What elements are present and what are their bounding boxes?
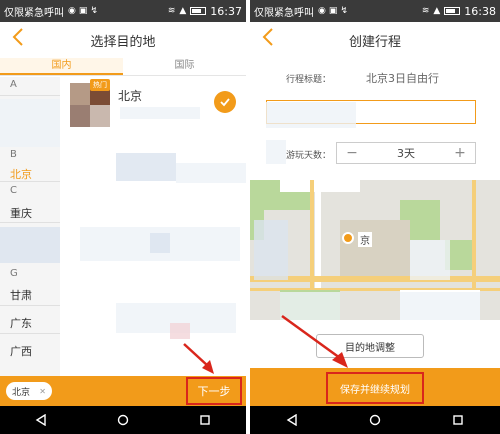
blurred-region xyxy=(280,292,340,320)
page-title: 选择目的地 xyxy=(90,34,156,50)
weibo-icon: ◉ xyxy=(318,5,326,16)
blurred-region xyxy=(266,102,356,128)
recents-nav-icon[interactable] xyxy=(199,414,211,426)
city-card-name[interactable]: 北京 xyxy=(118,87,142,104)
map-label: 京 xyxy=(358,232,372,247)
page-header: 选择目的地 xyxy=(0,22,246,58)
page-header: 创建行程 xyxy=(250,22,500,58)
home-nav-icon[interactable] xyxy=(369,414,381,426)
selected-city-chip[interactable]: 北京 ✕ xyxy=(6,382,52,400)
close-icon[interactable]: ✕ xyxy=(39,387,46,396)
route-map[interactable]: 京 xyxy=(250,180,500,320)
index-city-guangxi[interactable]: 广西 xyxy=(10,343,32,359)
bottom-bar: 北京 ✕ 下一步 xyxy=(0,376,246,406)
blurred-region xyxy=(400,292,480,320)
blurred-region xyxy=(266,140,286,164)
adjust-destination-button[interactable]: 目的地调整 xyxy=(316,334,424,358)
recents-nav-icon[interactable] xyxy=(452,414,464,426)
blurred-region xyxy=(170,323,190,339)
map-pin xyxy=(342,232,354,244)
left-screen: 仅限紧急呼叫 ◉ ▣ ↯ ≋ ▲ 16:37 选择目的地 国内 国际 A B 北… xyxy=(0,0,246,434)
tab-domestic[interactable]: 国内 xyxy=(0,58,123,75)
back-nav-icon[interactable] xyxy=(35,414,47,426)
tab-international[interactable]: 国际 xyxy=(123,58,246,75)
city-index: A B 北京 C 重庆 G 甘肃 广东 广西 xyxy=(0,77,60,376)
trip-title-value: 北京3日自由行 xyxy=(366,72,439,85)
index-letter[interactable]: C xyxy=(10,185,17,196)
battery-icon xyxy=(444,7,461,15)
region-tabs: 国内 国际 xyxy=(0,58,246,76)
next-step-button[interactable]: 下一步 xyxy=(186,377,242,405)
status-bar: 仅限紧急呼叫 ◉ ▣ ↯ ≋ ▲ 16:37 xyxy=(0,0,246,22)
android-navbar xyxy=(250,406,500,434)
sync-icon: ↯ xyxy=(340,5,348,16)
blurred-region xyxy=(0,227,60,263)
index-letter[interactable]: A xyxy=(10,79,17,90)
status-icons: ◉ ▣ ↯ xyxy=(68,5,168,16)
image-icon: ▣ xyxy=(328,5,338,16)
wifi-icon: ≋ xyxy=(421,5,430,16)
index-city-beijing[interactable]: 北京 xyxy=(10,166,32,182)
index-city-chongqing[interactable]: 重庆 xyxy=(10,205,32,221)
index-letter[interactable]: G xyxy=(10,268,18,279)
days-label: 游玩天数： xyxy=(286,151,332,161)
blurred-region xyxy=(254,220,288,280)
chevron-left-icon[interactable] xyxy=(262,28,280,50)
carrier-text: 仅限紧急呼叫 xyxy=(4,7,64,19)
minus-button[interactable]: − xyxy=(345,145,359,161)
check-icon[interactable] xyxy=(214,91,236,113)
index-letter[interactable]: B xyxy=(10,149,17,160)
blurred-region xyxy=(150,233,170,253)
hot-badge: 热门 xyxy=(90,79,110,91)
clock: 16:37 xyxy=(210,4,242,18)
index-city-guangdong[interactable]: 广东 xyxy=(10,315,32,331)
blurred-region xyxy=(120,107,200,119)
plus-button[interactable]: + xyxy=(453,145,467,161)
image-icon: ▣ xyxy=(78,5,88,16)
weibo-icon: ◉ xyxy=(68,5,76,16)
signal-icon: ▲ xyxy=(433,5,441,16)
blurred-region xyxy=(176,163,246,183)
city-list: 热门 北京 xyxy=(60,77,246,376)
status-bar: 仅限紧急呼叫 ◉ ▣ ↯ ≋ ▲ 16:38 xyxy=(250,0,500,22)
sync-icon: ↯ xyxy=(90,5,98,16)
days-value: 3天 xyxy=(397,147,415,160)
days-stepper: − 3天 + xyxy=(336,142,476,164)
trip-title-label: 行程标题： xyxy=(286,75,332,85)
right-screen: 仅限紧急呼叫 ◉ ▣ ↯ ≋ ▲ 16:38 创建行程 行程标题： 北京3日自由… xyxy=(250,0,500,434)
home-nav-icon[interactable] xyxy=(117,414,129,426)
wifi-icon: ≋ xyxy=(167,5,176,16)
signal-icon: ▲ xyxy=(179,5,187,16)
status-icons: ◉ ▣ ↯ xyxy=(318,5,422,16)
blurred-region xyxy=(410,240,450,280)
blurred-region xyxy=(116,153,176,181)
battery-icon xyxy=(190,7,207,15)
carrier-text: 仅限紧急呼叫 xyxy=(254,7,314,19)
blurred-region xyxy=(0,99,60,147)
android-navbar xyxy=(0,406,246,434)
index-city-gansu[interactable]: 甘肃 xyxy=(10,287,32,303)
back-nav-icon[interactable] xyxy=(286,414,298,426)
chevron-left-icon[interactable] xyxy=(12,28,30,50)
page-title: 创建行程 xyxy=(348,34,401,50)
clock: 16:38 xyxy=(464,4,496,18)
save-continue-button[interactable]: 保存并继续规划 xyxy=(326,372,424,404)
